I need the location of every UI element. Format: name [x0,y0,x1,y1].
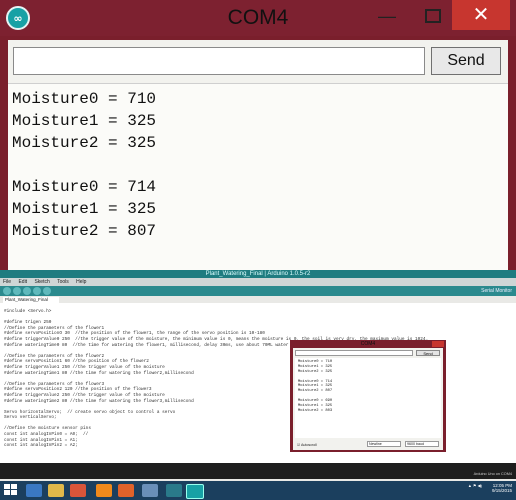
windows-logo-pane [4,484,10,489]
title-bar: ∞ COM4 — ✕ [0,0,516,36]
arduino-taskbar-icon[interactable] [186,484,204,499]
autoscroll-checkbox[interactable]: ☑ Autoscroll [297,441,317,449]
menu-help[interactable]: Help [76,279,86,285]
serial-monitor-button[interactable]: Serial Monitor [481,287,512,295]
app-icon[interactable] [166,484,182,497]
new-icon[interactable] [23,287,31,295]
output-line: Moisture1 = 325 [12,112,157,130]
baud-rate-select[interactable]: 9600 baud [405,441,439,447]
save-icon[interactable] [43,287,51,295]
file-explorer-icon[interactable] [48,484,64,497]
vlc-icon[interactable] [96,484,112,497]
output-line: Moisture0 = 710 [12,90,157,108]
output-line: Moisture2 = 807 [12,222,157,240]
menu-file[interactable]: File [3,279,11,285]
close-button[interactable]: ✕ [452,0,510,30]
tray-area: ▲ ⚑ ◀) [467,483,482,488]
ide-menu-bar: File Edit Sketch Tools Help [0,278,516,286]
clock-date: 9/15/2015 [491,488,512,493]
serial-output-area[interactable]: Moisture0 = 710 Moisture1 = 325 Moisture… [8,83,508,270]
output-line: Moisture2 = 325 [12,134,157,152]
mini-footer: ☑ Autoscroll Newline 9600 baud [295,440,441,448]
ide-title-bar: Plant_Watering_Final | Arduino 1.0.5-r2 [0,270,516,278]
serial-monitor-window: COM4 Send Moisture0 = 710 Moisture1 = 32… [290,340,446,452]
desktop-screenshot: Plant_Watering_Final | Arduino 1.0.5-r2 … [0,270,516,500]
menu-tools[interactable]: Tools [57,279,69,285]
serial-monitor-body: Send Moisture0 = 710 Moisture1 = 325 Moi… [8,40,508,270]
serial-monitor-zoomed-window: ∞ COM4 — ✕ Send Moisture0 = 710 Moisture… [0,0,516,270]
windows-taskbar: ▲ ⚑ ◀) 12:05 PM 9/15/2015 [0,481,516,500]
output-line: Moisture2 = 803 [298,408,333,413]
board-status: Arduino Uno on COM4 [473,472,512,476]
verify-icon[interactable] [3,287,11,295]
mini-window-title: COM4 [360,341,376,347]
clock[interactable]: 12:05 PM 9/15/2015 [492,483,512,493]
windows-logo-pane [11,490,17,495]
firefox-icon[interactable] [118,484,134,497]
mini-close-button[interactable] [432,341,444,347]
menu-edit[interactable]: Edit [18,279,27,285]
serial-input-field[interactable] [13,47,425,75]
upload-icon[interactable] [13,287,21,295]
start-button[interactable] [4,484,18,497]
app-icon[interactable] [142,484,158,497]
ie-icon[interactable] [26,484,42,497]
autoscroll-label: Autoscroll [301,443,317,447]
send-button[interactable]: Send [431,47,501,75]
mini-send-button[interactable]: Send [416,350,440,356]
output-line: Moisture0 = 714 [12,178,157,196]
windows-logo-pane [11,484,17,489]
output-line: Moisture1 = 325 [12,200,157,218]
ide-toolbar: Serial Monitor [0,286,516,296]
open-icon[interactable] [33,287,41,295]
mini-serial-input[interactable] [295,350,413,356]
minimize-button[interactable]: — [367,6,407,30]
maximize-button[interactable] [412,6,452,30]
chrome-icon[interactable] [70,484,86,497]
ide-console: Arduino Uno on COM4 [0,463,516,479]
windows-logo-pane [4,490,10,495]
maximize-icon [425,9,441,23]
menu-sketch[interactable]: Sketch [34,279,49,285]
mini-serial-output[interactable]: Moisture0 = 710 Moisture1 = 325 Moisture… [295,358,441,438]
line-ending-select[interactable]: Newline [367,441,401,447]
mini-serial-body: Send Moisture0 = 710 Moisture1 = 325 Moi… [293,348,443,450]
